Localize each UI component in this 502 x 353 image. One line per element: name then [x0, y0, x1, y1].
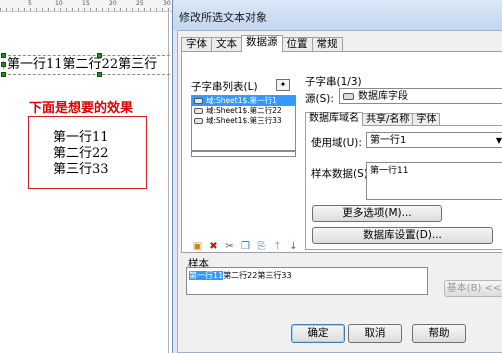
substring-list[interactable]: 域:Sheet1$.第一行1 域:Sheet1$.第二行22 域:Sheet1$…: [191, 95, 296, 151]
sample-data-textarea[interactable]: 第一行11: [366, 162, 502, 200]
subtab-db-field-name[interactable]: 数据库域名: [305, 112, 363, 126]
list-spacer-box: [191, 151, 296, 157]
ruler-label: 25: [136, 0, 144, 7]
list-item[interactable]: 域:Sheet1$.第二行22: [192, 106, 295, 116]
database-icon: [194, 108, 203, 114]
sample-rest-text: 第二行22第三行33: [223, 271, 292, 280]
more-options-button[interactable]: 更多选项(M)...: [312, 205, 442, 222]
effect-title: 下面是想要的效果: [29, 101, 134, 116]
tab-general[interactable]: 常规: [311, 37, 343, 52]
tab-text[interactable]: 文本: [211, 37, 242, 52]
basic-toggle-button[interactable]: 基本(B) <<: [444, 280, 502, 297]
delete-icon[interactable]: ✖: [207, 240, 220, 253]
database-settings-button[interactable]: 数据库设置(D)...: [312, 227, 493, 244]
use-domain-value: 第一行1: [370, 135, 407, 146]
move-up-icon[interactable]: ↑: [271, 240, 284, 253]
list-item[interactable]: 域:Sheet1$.第一行1: [192, 96, 295, 106]
database-icon: [194, 98, 203, 104]
chevron-down-icon: ▼: [495, 136, 502, 145]
label-designer-canvas[interactable]: 5 10 15 20 25 30 第一行11第二行22第三行 下面是想要的效果 …: [0, 0, 175, 353]
database-icon: [343, 93, 354, 100]
substring-list-label: 子字串列表(L): [191, 81, 258, 93]
list-item-label: 域:Sheet1$.第三行33: [206, 116, 282, 125]
dialog-title: 修改所选文本对象: [179, 11, 267, 24]
sample-data-label: 样本数据(S):: [311, 168, 372, 180]
copy-icon[interactable]: ❐: [239, 240, 252, 253]
database-icon: [194, 118, 203, 124]
ruler-label: 20: [109, 0, 117, 7]
data-source-panel: 子字串列表(L) ✦ 域:Sheet1$.第一行1 域:Sheet1$.第二行2…: [181, 51, 502, 253]
selected-text-object[interactable]: 第一行11第二行22第三行: [3, 55, 175, 75]
use-domain-select[interactable]: 第一行1 ▼: [366, 132, 502, 148]
resize-handle[interactable]: [97, 72, 102, 77]
dialog-client: 字体 文本 数据源 位置 常规 子字串列表(L) ✦ 域:Sheet1$.第一行…: [177, 30, 502, 353]
sample-highlighted-text: 第一行11: [189, 271, 224, 280]
dialog-titlebar[interactable]: 修改所选文本对象: [173, 0, 502, 30]
resize-handle[interactable]: [1, 72, 6, 77]
source-value: 数据库字段: [358, 91, 408, 102]
list-item[interactable]: 域:Sheet1$.第三行33: [192, 116, 295, 126]
resize-handle[interactable]: [1, 62, 6, 67]
ruler-label: 30: [163, 0, 171, 7]
resize-handle[interactable]: [97, 53, 102, 58]
help-button[interactable]: 帮助: [412, 324, 466, 343]
tab-data-source[interactable]: 数据源: [241, 35, 283, 52]
list-item-label: 域:Sheet1$.第二行22: [206, 106, 282, 115]
sample-preview: 第一行11第二行22第三行33: [186, 267, 428, 295]
source-label: 源(S):: [305, 93, 334, 105]
move-down-icon[interactable]: ↓: [287, 240, 300, 253]
tab-position[interactable]: 位置: [281, 37, 313, 52]
source-select[interactable]: 数据库字段: [339, 88, 502, 104]
list-item-label: 域:Sheet1$.第一行1: [206, 96, 277, 105]
use-domain-label: 使用域(U):: [311, 137, 362, 149]
ruler-label: 10: [55, 0, 63, 7]
modify-text-object-dialog: 修改所选文本对象 字体 文本 数据源 位置 常规 子字串列表(L) ✦ 域:Sh…: [172, 0, 502, 353]
cut-icon[interactable]: ✂: [223, 240, 236, 253]
list-toolbar: ▣ ✖ ✂ ❐ ⎘ ↑ ↓: [191, 240, 303, 253]
sample-preview-text: 第一行11第二行22第三行33: [189, 271, 292, 281]
paste-icon[interactable]: ⎘: [255, 240, 268, 253]
effect-line: 第三行33: [53, 162, 109, 177]
effect-box: 第一行11 第二行22 第三行33: [28, 116, 147, 189]
ok-button[interactable]: 确定: [291, 324, 345, 343]
dialog-tabs: 字体 文本 数据源 位置 常规: [181, 35, 343, 52]
cancel-button[interactable]: 取消: [348, 324, 402, 343]
resize-handle[interactable]: [1, 53, 6, 58]
substring-header: 子字串(1/3): [305, 76, 362, 88]
ruler-label: 15: [82, 0, 90, 7]
tab-font[interactable]: 字体: [181, 37, 212, 52]
ruler-numbers: 5 10 15 20 25 30: [0, 0, 175, 8]
source-subtabs: 数据库域名 共享/名称 字体: [305, 112, 441, 126]
label-text: 第一行11第二行22第三行: [7, 57, 158, 72]
db-field-panel: 使用域(U): 第一行1 ▼ 样本数据(S): 第一行11 更多选项(M)...…: [305, 125, 502, 250]
new-item-icon[interactable]: ▣: [191, 240, 204, 253]
list-options-button[interactable]: ✦: [276, 79, 290, 91]
sample-data-value: 第一行11: [370, 166, 409, 176]
ruler-label: 5: [28, 0, 32, 7]
screen: 5 10 15 20 25 30 第一行11第二行22第三行 下面是想要的效果 …: [0, 0, 502, 353]
